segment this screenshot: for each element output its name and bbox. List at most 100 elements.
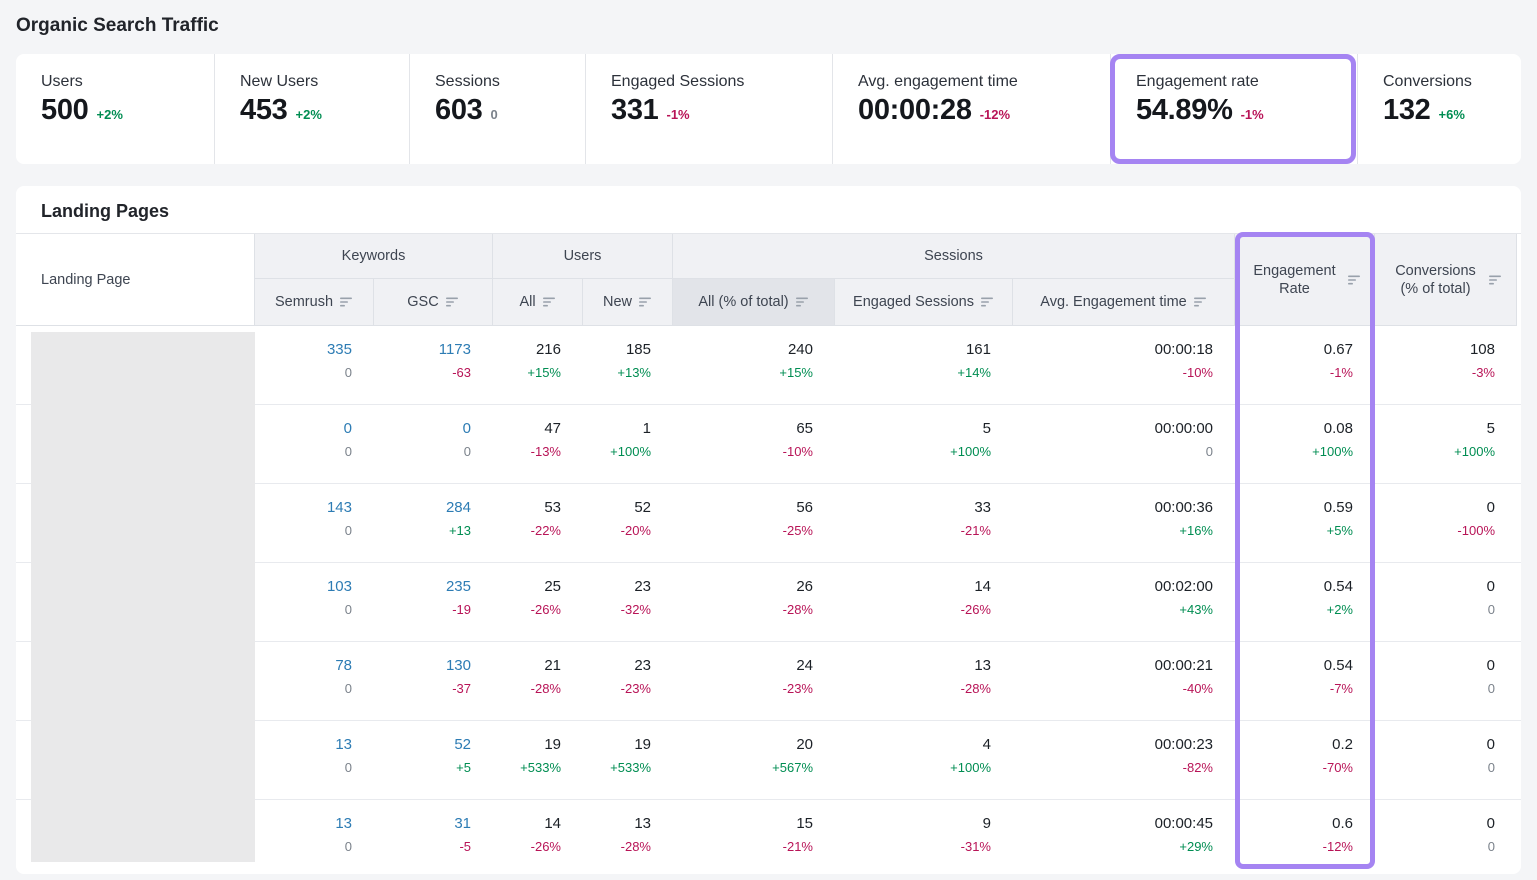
keyword-count-link[interactable]: 1173 xyxy=(374,339,471,361)
keyword-count-link[interactable]: 130 xyxy=(374,655,471,677)
cell-change: +13 xyxy=(374,522,471,540)
keyword-count-link[interactable]: 52 xyxy=(374,734,471,756)
cell-change: -5 xyxy=(374,838,471,856)
cell-value: 33 xyxy=(835,497,991,519)
keyword-count-link[interactable]: 31 xyxy=(374,813,471,835)
cell-value: 0.08 xyxy=(1235,418,1353,440)
cell-avg-engagement-time: 00:00:45+29% xyxy=(1013,800,1235,874)
column-header-avg-engagement-time[interactable]: Avg. Engagement time xyxy=(1013,279,1235,326)
cell-change: +100% xyxy=(835,759,991,777)
cell-conversions: 00 xyxy=(1375,721,1517,799)
cell-change: -22% xyxy=(493,522,561,540)
column-header-users-new[interactable]: New xyxy=(583,279,673,326)
cell-change: 0 xyxy=(374,443,471,461)
cell-change: 0 xyxy=(255,364,352,382)
column-header-engaged-sessions[interactable]: Engaged Sessions xyxy=(835,279,1013,326)
cell-gsc: 1173-63 xyxy=(374,326,493,404)
cell-conversions: 00 xyxy=(1375,563,1517,641)
sort-icon xyxy=(796,297,809,307)
cell-change: -12% xyxy=(1235,838,1353,856)
metric-engaged-sessions: Engaged Sessions 331 -1% xyxy=(585,54,832,164)
cell-users-new: 185 +13% xyxy=(583,326,673,404)
cell-change: -26% xyxy=(493,601,561,619)
group-label: Keywords xyxy=(342,247,406,265)
cell-change: +13% xyxy=(583,364,651,382)
cell-value: 0.67 xyxy=(1235,339,1353,361)
cell-value: 00:00:36 xyxy=(1013,497,1213,519)
cell-value: 0.54 xyxy=(1235,576,1353,598)
cell-value: 13 xyxy=(583,813,651,835)
cell-conversions: 0-100% xyxy=(1375,484,1517,562)
cell-users-all: 25-26% xyxy=(493,563,583,641)
cell-value: 1 xyxy=(583,418,651,440)
cell-engaged-sessions: 4+100% xyxy=(835,721,1013,799)
cell-value: 0 xyxy=(1375,497,1495,519)
sort-icon xyxy=(340,297,353,307)
keyword-count-link[interactable]: 284 xyxy=(374,497,471,519)
metric-label: Engagement rate xyxy=(1136,73,1357,91)
cell-value: 21 xyxy=(493,655,561,677)
column-header-semrush[interactable]: Semrush xyxy=(255,279,374,326)
metric-change: -12% xyxy=(980,107,1010,122)
column-header-engagement-rate[interactable]: Engagement Rate xyxy=(1235,234,1375,326)
cell-semrush: 1430 xyxy=(255,484,374,562)
keyword-count-link[interactable]: 13 xyxy=(255,734,352,756)
cell-change: +100% xyxy=(583,443,651,461)
column-header-gsc[interactable]: GSC xyxy=(374,279,493,326)
keyword-count-link[interactable]: 13 xyxy=(255,813,352,835)
cell-value: 13 xyxy=(835,655,991,677)
column-header-sessions-all[interactable]: All (% of total) xyxy=(673,279,835,326)
cell-change: 0 xyxy=(255,601,352,619)
cell-value: 24 xyxy=(673,655,813,677)
cell-value: 108 xyxy=(1375,339,1495,361)
cell-value: 00:02:00 xyxy=(1013,576,1213,598)
cell-value: 56 xyxy=(673,497,813,519)
keyword-count-link[interactable]: 78 xyxy=(255,655,352,677)
metric-label: Conversions xyxy=(1383,73,1521,91)
keyword-count-link[interactable]: 235 xyxy=(374,576,471,598)
cell-change: -3% xyxy=(1375,364,1495,382)
sort-icon xyxy=(446,297,459,307)
cell-change: +2% xyxy=(1235,601,1353,619)
column-group-sessions: Sessions xyxy=(673,234,1235,279)
keyword-count-link[interactable]: 0 xyxy=(255,418,352,440)
metrics-summary: Users 500 +2% New Users 453 +2% Sessions… xyxy=(16,54,1521,164)
cell-value: 185 xyxy=(583,339,651,361)
cell-users-all: 47-13% xyxy=(493,405,583,483)
keyword-count-link[interactable]: 335 xyxy=(255,339,352,361)
cell-value: 14 xyxy=(835,576,991,598)
column-label: Engaged Sessions xyxy=(853,293,974,311)
cell-change: -19 xyxy=(374,601,471,619)
cell-value: 0 xyxy=(1375,576,1495,598)
cell-gsc: 52+5 xyxy=(374,721,493,799)
cell-value: 5 xyxy=(1375,418,1495,440)
metric-value: 54.89% xyxy=(1136,94,1233,127)
keyword-count-link[interactable]: 103 xyxy=(255,576,352,598)
column-group-users: Users xyxy=(493,234,673,279)
cell-sessions-all: 20+567% xyxy=(673,721,835,799)
cell-change: -28% xyxy=(835,680,991,698)
group-label: Users xyxy=(564,247,602,265)
column-header-conversions[interactable]: Conversions (% of total) xyxy=(1375,234,1517,326)
cell-value: 9 xyxy=(835,813,991,835)
landing-pages-section: Landing Pages Landing Page Keywords User… xyxy=(16,186,1521,874)
cell-value: 47 xyxy=(493,418,561,440)
cell-value: 240 xyxy=(673,339,813,361)
cell-change: -26% xyxy=(493,838,561,856)
cell-sessions-all: 24 -23% xyxy=(673,642,835,720)
cell-value: 23 xyxy=(583,576,651,598)
metric-change: +2% xyxy=(296,107,322,122)
metric-value: 453 xyxy=(240,94,288,127)
cell-change: -23% xyxy=(673,680,813,698)
cell-change: +29% xyxy=(1013,838,1213,856)
cell-engaged-sessions: 161+14% xyxy=(835,326,1013,404)
metric-change: -1% xyxy=(1241,107,1264,122)
cell-change: 0 xyxy=(255,443,352,461)
cell-change: +14% xyxy=(835,364,991,382)
group-label: Sessions xyxy=(924,247,983,265)
keyword-count-link[interactable]: 143 xyxy=(255,497,352,519)
cell-gsc: 284+13 xyxy=(374,484,493,562)
keyword-count-link[interactable]: 0 xyxy=(374,418,471,440)
cell-change: +15% xyxy=(493,364,561,382)
column-header-users-all[interactable]: All xyxy=(493,279,583,326)
